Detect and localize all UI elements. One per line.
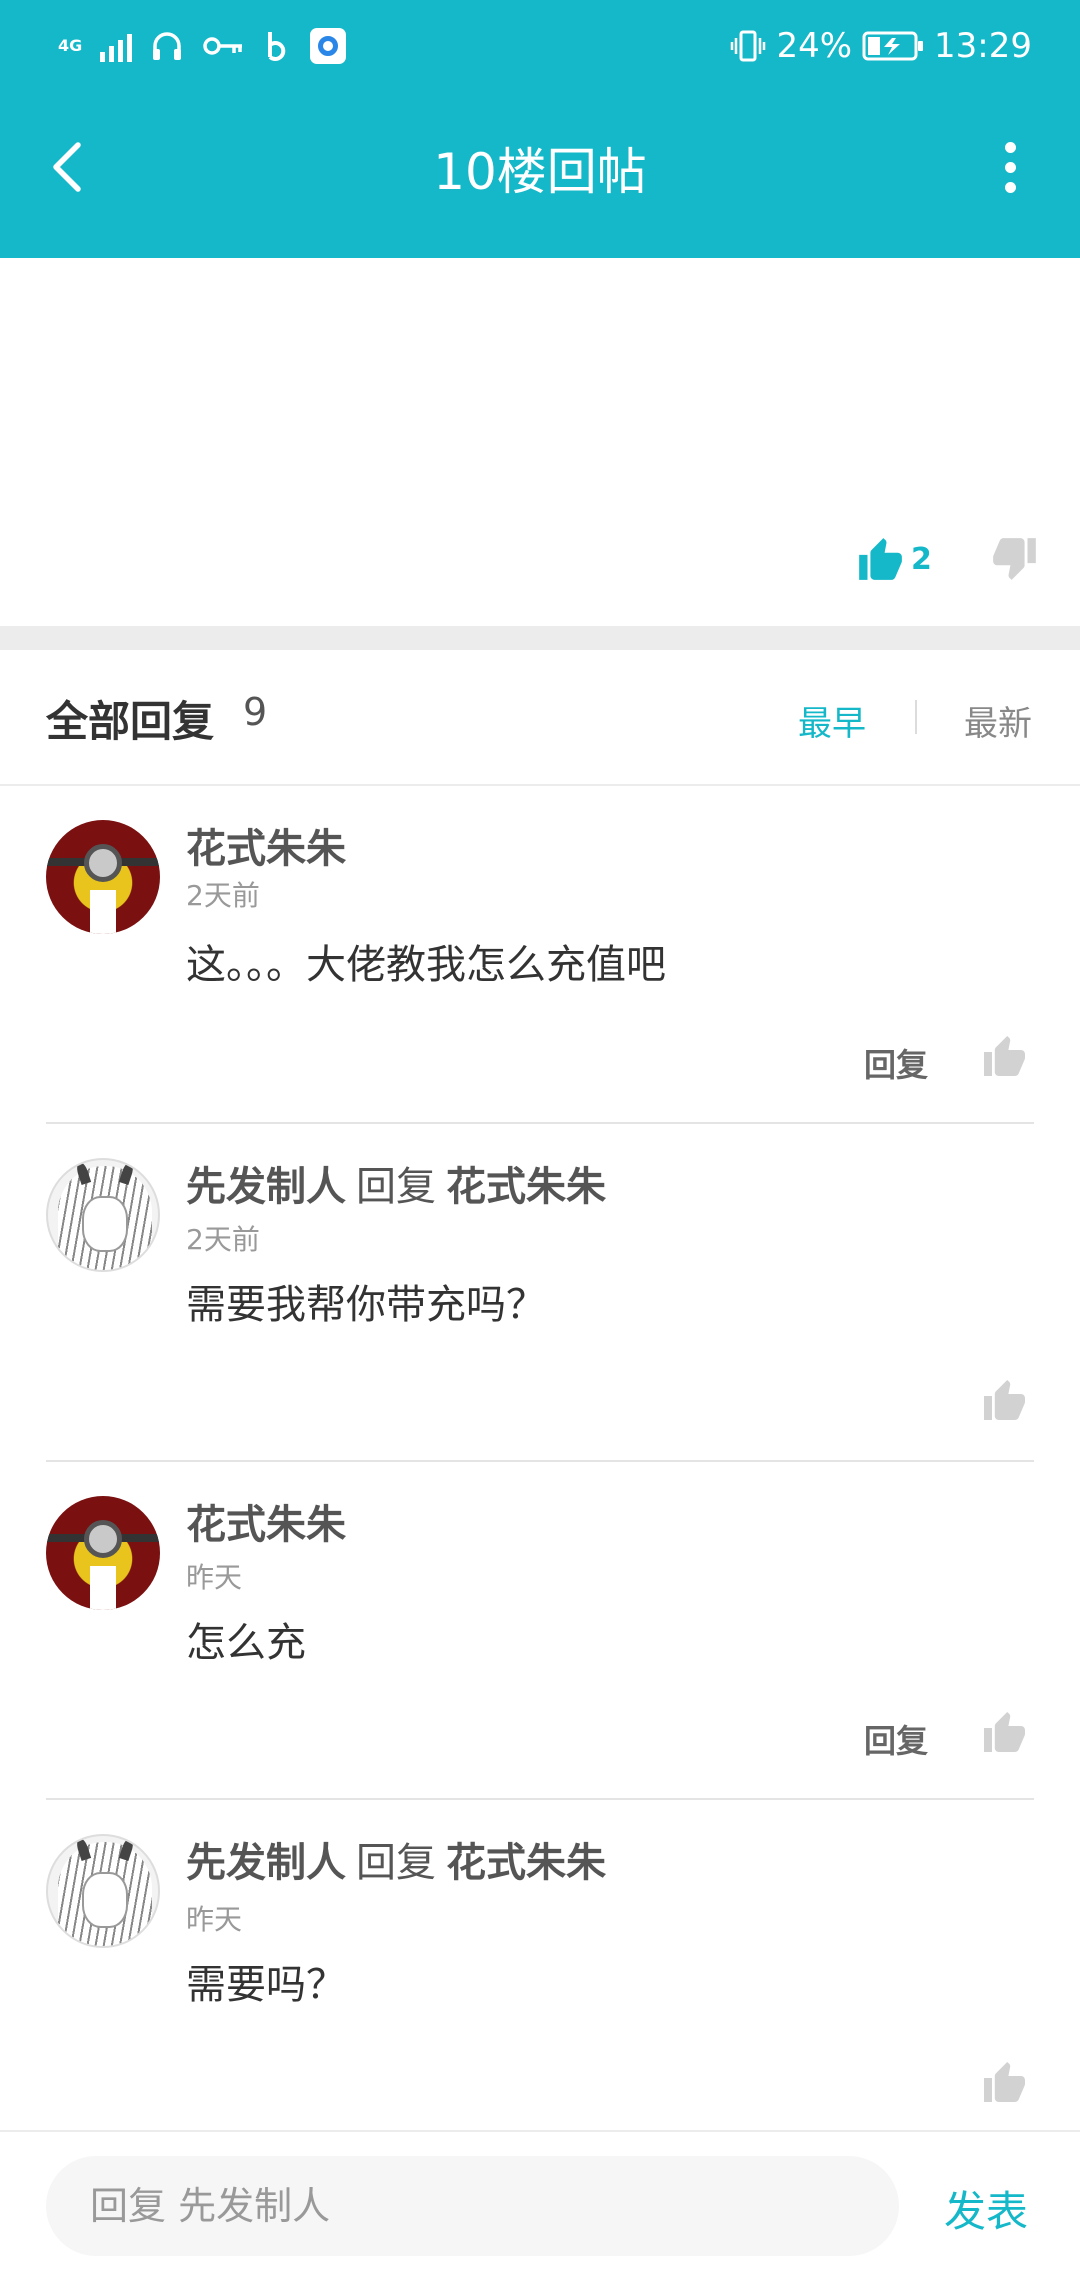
thumbs-up-icon <box>984 1712 1025 1752</box>
reply-target: 花式朱朱 <box>446 1840 606 1886</box>
reply-composer: 发表 <box>0 2130 1080 2280</box>
browser-app-icon <box>310 28 347 64</box>
comment-item: 花式朱朱 2天前 这。。。大佬教我怎么充值吧 回复 <box>0 788 1080 1124</box>
page-title: 10楼回帖 <box>433 143 647 201</box>
comment-text: 怎么充 <box>186 1620 306 1666</box>
reply-button[interactable]: 回复 <box>864 1716 928 1762</box>
comment-text: 需要我帮你带充吗？ <box>186 1282 546 1328</box>
reply-input[interactable] <box>46 2156 899 2256</box>
comment-author[interactable]: 先发制人 回复 花式朱朱 <box>186 1830 606 1888</box>
battery-percent: 24% <box>776 26 853 66</box>
thumbs-up-icon <box>984 2062 1025 2102</box>
section-separator <box>0 626 1080 650</box>
comment-like-button[interactable] <box>980 1032 1028 1084</box>
title-bar: 10楼回帖 <box>0 92 1080 258</box>
comment-time: 2天前 <box>186 1223 260 1256</box>
comment-text: 这。。。大佬教我怎么充值吧 <box>186 942 666 988</box>
comment-time: 2天前 <box>186 879 260 912</box>
post-like-count: 2 <box>911 541 932 577</box>
comment-like-button[interactable] <box>980 1708 1028 1760</box>
post-dislike-button[interactable] <box>990 534 1040 588</box>
comment-time: 昨天 <box>186 1561 243 1594</box>
post-like-button[interactable]: 2 <box>855 534 932 584</box>
key-icon <box>203 37 243 55</box>
vibrate-icon <box>731 30 766 62</box>
thumbs-down-icon <box>993 538 1036 580</box>
replies-title: 全部回复 <box>46 697 215 746</box>
clock: 13:29 <box>934 26 1032 66</box>
network-type: 4G <box>58 36 83 55</box>
thumbs-up-icon <box>984 1036 1025 1076</box>
comment-item: 先发制人 回复 花式朱朱 昨天 需要吗？ <box>0 1802 1080 2128</box>
reply-target: 花式朱朱 <box>446 1164 606 1210</box>
post-content: 2 <box>0 258 1080 626</box>
sort-latest-tab[interactable]: 最新 <box>964 696 1032 745</box>
replies-count: 9 <box>243 690 268 734</box>
comment-divider <box>46 1798 1034 1800</box>
replies-header: 全部回复 9 最早 最新 <box>0 650 1080 786</box>
comment-divider <box>46 1122 1034 1124</box>
comment-text: 需要吗？ <box>186 1962 346 2008</box>
avatar[interactable] <box>46 1834 160 1948</box>
comment-divider <box>46 1460 1034 1462</box>
status-bar: 4G 24% 13:29 <box>0 0 1080 92</box>
comment-item: 花式朱朱 昨天 怎么充 回复 <box>0 1464 1080 1800</box>
comment-author[interactable]: 花式朱朱 <box>186 1492 346 1550</box>
sort-earliest-tab[interactable]: 最早 <box>798 696 866 745</box>
send-button[interactable]: 发表 <box>944 2178 1028 2239</box>
avatar[interactable] <box>46 820 160 934</box>
battery-charging-icon <box>862 31 924 61</box>
more-vertical-icon <box>1004 141 1016 153</box>
avatar[interactable] <box>46 1158 160 1272</box>
app-header: 4G 24% 13:29 10楼回帖 <box>0 0 1080 258</box>
comment-author[interactable]: 花式朱朱 <box>186 816 346 874</box>
comment-like-button[interactable] <box>980 2058 1028 2110</box>
more-options-button[interactable] <box>980 137 1040 197</box>
comment-item: 先发制人 回复 花式朱朱 2天前 需要我帮你带充吗？ <box>0 1126 1080 1462</box>
headphones-icon <box>153 32 182 60</box>
comment-time: 昨天 <box>186 1903 243 1936</box>
thumbs-up-icon <box>859 538 902 580</box>
reply-button[interactable]: 回复 <box>864 1040 928 1086</box>
sort-divider <box>915 700 917 734</box>
b-app-icon <box>268 32 286 61</box>
signal-icon <box>100 30 133 62</box>
comment-author[interactable]: 先发制人 回复 花式朱朱 <box>186 1154 606 1212</box>
thumbs-up-icon <box>984 1380 1025 1420</box>
avatar[interactable] <box>46 1496 160 1610</box>
comment-like-button[interactable] <box>980 1376 1028 1428</box>
